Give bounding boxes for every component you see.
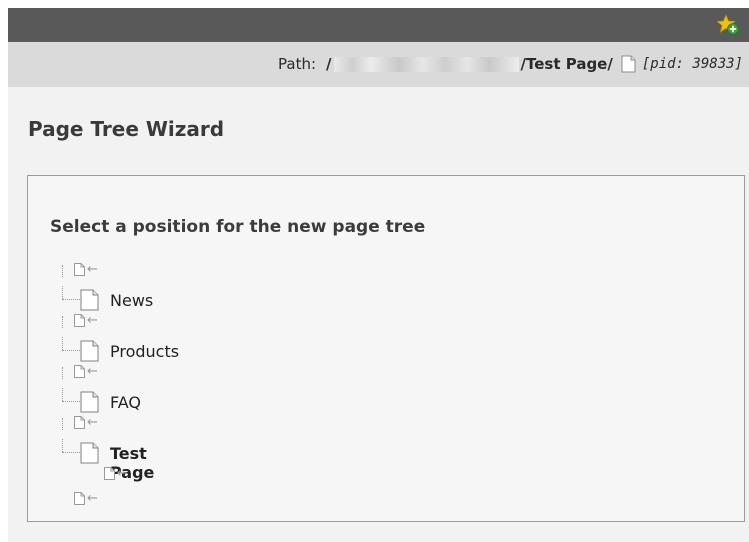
path-label: Path: (278, 55, 317, 73)
tree-page-label: FAQ (110, 393, 141, 412)
panel-heading: Select a position for the new page tree (50, 217, 426, 237)
tree-line (62, 316, 63, 328)
page-id: [pid: 39833] (641, 56, 743, 72)
tree-line (62, 401, 80, 402)
page-icon (80, 391, 99, 413)
tree-line (62, 418, 63, 430)
tree-line (62, 452, 80, 453)
tree-page-label: News (110, 291, 154, 310)
page-icon (80, 289, 99, 311)
tree-line (62, 337, 63, 350)
insert-here-icon[interactable]: ← (74, 416, 98, 429)
page-icon (621, 55, 636, 73)
path-redacted (333, 56, 519, 72)
tree-line (62, 350, 80, 351)
position-selector-panel: Select a position for the new page tree … (27, 175, 745, 522)
tree-page-label: Products (110, 342, 180, 361)
star-plus-icon[interactable] (717, 14, 739, 36)
path-bar: Path: / /Test Page/ [pid: 39833] (8, 42, 749, 87)
insert-here-icon[interactable]: ← (74, 263, 98, 276)
path-current: /Test Page/ (520, 55, 613, 73)
tree-line (62, 299, 80, 300)
path-root: / (326, 55, 332, 73)
insert-here-icon[interactable]: ← (74, 492, 98, 505)
top-toolbar (8, 8, 749, 42)
page-title: Page Tree Wizard (28, 117, 225, 141)
tree-line (62, 439, 63, 452)
insert-here-icon[interactable]: ← (104, 467, 128, 480)
main-content: Page Tree Wizard Select a position for t… (8, 87, 749, 542)
insert-here-icon[interactable]: ← (74, 314, 98, 327)
tree-line (62, 265, 63, 277)
insert-here-icon[interactable]: ← (74, 365, 98, 378)
tree-line (62, 286, 63, 299)
page-icon (80, 442, 99, 464)
page-icon (80, 340, 99, 362)
tree-line (62, 367, 63, 379)
tree-line (62, 388, 63, 401)
